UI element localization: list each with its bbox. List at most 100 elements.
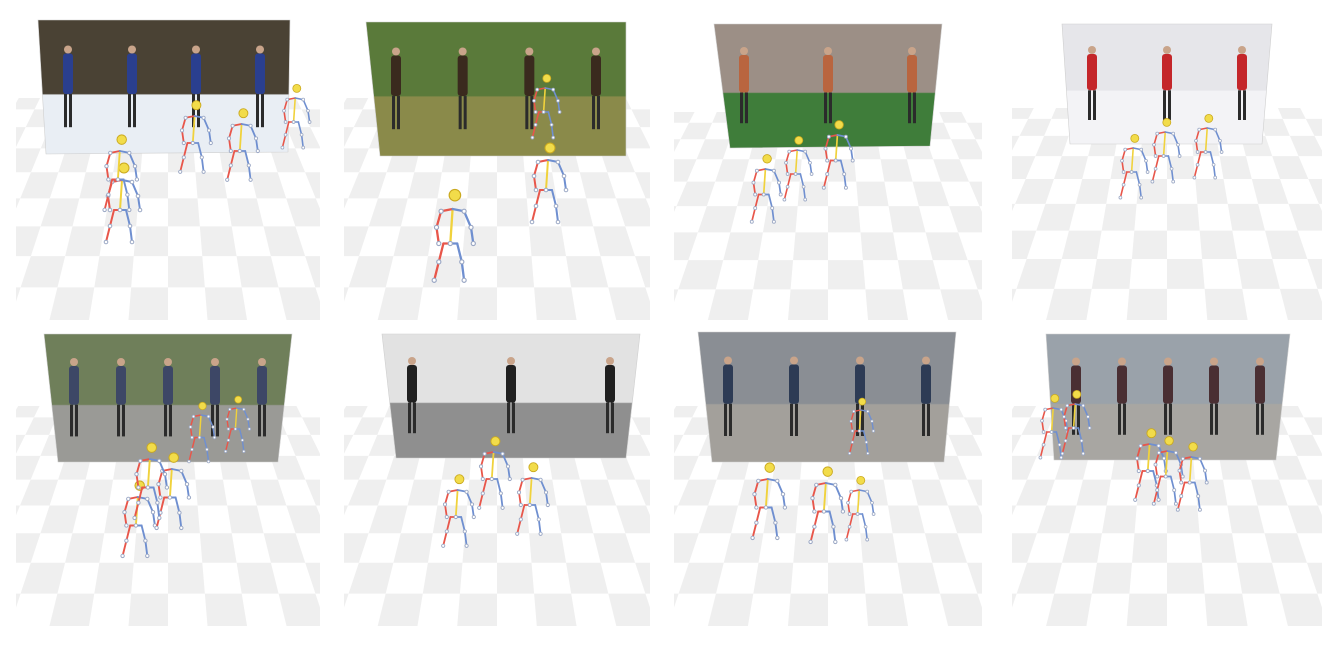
floor-tile xyxy=(723,533,764,563)
floor-tile xyxy=(524,172,557,199)
floor-tile xyxy=(1019,118,1052,136)
floor-tile xyxy=(1264,533,1307,563)
photo-person-leg xyxy=(908,92,911,124)
skeleton-joint xyxy=(1180,456,1185,461)
skeleton-joint xyxy=(538,531,543,536)
photo-person-leg xyxy=(1163,90,1166,120)
photo-person-body xyxy=(723,364,733,404)
skeleton-joint xyxy=(477,505,482,510)
skeleton-joint xyxy=(1161,456,1167,461)
skeleton-joint xyxy=(167,495,173,500)
skeleton-joint xyxy=(179,525,184,531)
skeleton-joint xyxy=(545,502,550,508)
panel-horses xyxy=(344,8,650,320)
skeleton-head xyxy=(544,142,556,154)
floor-tile xyxy=(556,198,594,227)
photo-person-body xyxy=(257,366,267,405)
floor-tile xyxy=(40,198,80,227)
floor-tile xyxy=(599,455,636,480)
skeleton-joint xyxy=(823,146,828,151)
floor-tile xyxy=(1279,593,1322,626)
floor-tile xyxy=(678,479,717,506)
floor-tile xyxy=(1046,593,1092,626)
skeleton-joint xyxy=(865,489,870,494)
panel-ski xyxy=(16,8,320,320)
skeleton-joint xyxy=(470,240,476,247)
skeleton-right-thigh xyxy=(767,193,774,209)
floor-tile xyxy=(1036,203,1076,231)
skeleton-joint xyxy=(1040,418,1044,423)
floor-tile xyxy=(16,593,21,608)
floor-tile xyxy=(344,505,349,516)
floor-tile xyxy=(566,562,609,594)
floor-tile xyxy=(828,206,861,233)
photo-surface xyxy=(37,19,291,155)
skeleton-joint xyxy=(1180,474,1185,479)
floor-tile xyxy=(305,562,320,594)
photo-person-leg xyxy=(829,92,832,124)
floor-tile xyxy=(168,256,205,288)
skeleton-joint xyxy=(157,515,162,521)
skeleton-joint xyxy=(208,140,213,146)
skeleton-joint xyxy=(132,164,138,169)
skeleton-joint xyxy=(242,449,246,454)
skeleton-joint xyxy=(1049,430,1054,434)
photo-person-leg xyxy=(611,402,614,434)
skeleton-joint xyxy=(1156,443,1161,448)
skeleton-joint xyxy=(1177,468,1182,473)
floor-tile xyxy=(856,181,889,207)
floor-tile xyxy=(1012,135,1020,151)
skeleton-joint xyxy=(1153,154,1158,158)
floor-tile xyxy=(1219,156,1252,179)
floor-tile xyxy=(286,434,320,456)
floor-tile xyxy=(1167,562,1205,594)
skeleton-left-shin xyxy=(783,185,789,201)
skeleton-joint xyxy=(1121,182,1126,187)
skeleton-joint xyxy=(1156,450,1161,455)
skeleton-joint xyxy=(133,523,139,528)
floor-tile xyxy=(199,533,237,563)
skeleton-joint xyxy=(306,108,310,113)
skeleton-joint xyxy=(1151,501,1156,506)
skeleton-head xyxy=(1050,393,1060,403)
skeleton-joint xyxy=(529,219,535,225)
skeleton-joint xyxy=(285,97,290,102)
skeleton-joint xyxy=(1041,430,1046,434)
skeleton-joint xyxy=(283,132,288,137)
skeleton-joint xyxy=(225,417,229,421)
skeleton-joint xyxy=(150,510,156,515)
skeleton-joint xyxy=(844,537,849,542)
floor-tile xyxy=(467,172,497,199)
photo-person-leg xyxy=(128,94,131,128)
skeleton-joint xyxy=(179,128,185,133)
floor-tile xyxy=(753,562,794,594)
skeleton-joint xyxy=(864,440,869,444)
floor-tile xyxy=(1062,533,1102,563)
skeleton-head xyxy=(1162,117,1172,127)
skeleton-joint xyxy=(808,539,813,545)
skeleton-joint xyxy=(135,193,141,199)
skeleton-joint xyxy=(1155,474,1160,479)
skeleton-joint xyxy=(778,192,783,197)
skeleton-joint xyxy=(226,438,231,442)
skeleton-joint xyxy=(444,529,449,534)
skeleton-joint xyxy=(446,489,451,494)
skeleton-joint xyxy=(1196,494,1201,499)
skeleton-right-shin xyxy=(247,164,252,181)
skeleton-joint xyxy=(1123,147,1128,152)
floor-tile xyxy=(457,593,497,626)
floor-tile xyxy=(199,226,237,257)
skeleton-head xyxy=(822,466,833,477)
floor-tile xyxy=(1227,203,1266,231)
skeleton-joint xyxy=(1197,456,1202,461)
skeleton-joint xyxy=(840,509,846,514)
photo-person-body xyxy=(739,55,749,93)
skeleton-head xyxy=(454,474,465,485)
floor-tile xyxy=(865,289,909,320)
skeleton-head xyxy=(168,452,179,463)
skeleton-joint xyxy=(1175,507,1180,512)
floor-tile xyxy=(393,226,433,257)
photo-person-leg xyxy=(413,402,416,434)
skeleton-head xyxy=(856,475,866,485)
skeleton-joint xyxy=(233,427,238,431)
